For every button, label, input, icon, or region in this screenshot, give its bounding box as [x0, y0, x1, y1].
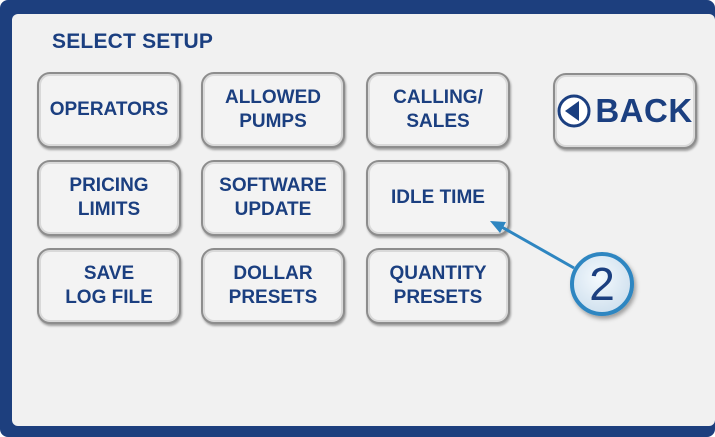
allowed-pumps-button[interactable]: ALLOWED PUMPS	[201, 72, 345, 148]
dollar-presets-button[interactable]: DOLLAR PRESETS	[201, 248, 345, 324]
idle-time-button[interactable]: IDLE TIME	[366, 160, 510, 236]
operators-button[interactable]: OPERATORS	[37, 72, 181, 148]
page-title: SELECT SETUP	[52, 30, 214, 53]
pricing-limits-button[interactable]: PRICING LIMITS	[37, 160, 181, 236]
back-button[interactable]: BACK	[553, 73, 697, 149]
software-update-button[interactable]: SOFTWARE UPDATE	[201, 160, 345, 236]
left-arrow-circle-icon	[557, 94, 591, 128]
quantity-presets-button[interactable]: QUANTITY PRESETS	[366, 248, 510, 324]
save-log-file-button[interactable]: SAVE LOG FILE	[37, 248, 181, 324]
calling-sales-button[interactable]: CALLING/ SALES	[366, 72, 510, 148]
back-label: BACK	[595, 92, 693, 129]
callout-number: 2	[589, 258, 615, 310]
